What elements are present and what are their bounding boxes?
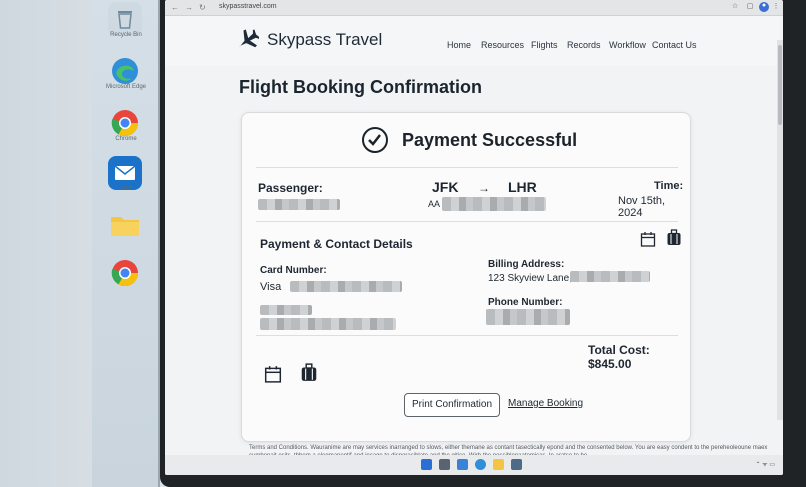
passenger-label: Passenger: (258, 181, 323, 195)
chrome-label: Chrome (115, 136, 137, 142)
destination-airport: LHR (508, 179, 537, 195)
task-view-icon[interactable] (457, 459, 468, 470)
phone-number-label: Phone Number: (488, 297, 563, 308)
edge-label: Microsoft Edge (105, 84, 147, 90)
edge-icon[interactable] (108, 54, 142, 88)
luggage-icon[interactable] (300, 363, 318, 382)
search-icon[interactable] (439, 459, 450, 470)
flight-date: Nov 15th, 2024 (618, 195, 666, 219)
menu-icon[interactable]: ⋮ (771, 2, 781, 12)
brand-name[interactable]: Skypass Travel (267, 30, 382, 50)
recycle-bin-icon[interactable] (108, 2, 142, 36)
flight-number-redacted (442, 197, 546, 211)
time-label: Time: (654, 180, 684, 192)
desktop-sidebar: Recycle Bin Microsoft Edge Chrome Mail (92, 0, 160, 487)
browser-toolbar: ← → ↻ skypasstravel.com ☆ ▢ ● ⋮ (165, 0, 783, 16)
manage-booking-link[interactable]: Manage Booking (508, 398, 583, 409)
nav-workflow[interactable]: Workflow (609, 40, 646, 50)
divider (256, 335, 678, 336)
page-title: Flight Booking Confirmation (239, 77, 482, 97)
folder-icon[interactable] (108, 208, 142, 242)
nav-contact-us[interactable]: Contact Us (652, 40, 697, 50)
phone-number-redacted (486, 309, 570, 325)
nav-resources[interactable]: Resources (481, 40, 524, 50)
taskbar: ⌃ ᯤ ▭ (165, 455, 783, 475)
mail-label: Mail (120, 186, 132, 192)
profile-avatar[interactable]: ● (759, 2, 769, 12)
folder-taskbar-icon[interactable] (493, 459, 504, 470)
nav-flights[interactable]: Flights (531, 40, 558, 50)
airplane-icon (239, 29, 259, 48)
extensions-icon[interactable]: ▢ (745, 2, 755, 12)
confirmation-card: Payment Successful Passenger: JFK → LHR … (241, 112, 691, 442)
billing-address-label: Billing Address: (488, 259, 565, 270)
luggage-icon[interactable] (666, 229, 682, 246)
billing-address-value: 123 Skyview Lane, (488, 273, 572, 284)
edge-taskbar-icon[interactable] (475, 459, 486, 470)
store-taskbar-icon[interactable] (511, 459, 522, 470)
passenger-name-redacted (258, 199, 340, 210)
route-arrow: → (478, 181, 490, 195)
scrollbar-thumb[interactable] (778, 45, 782, 125)
back-icon[interactable]: ← (171, 3, 179, 12)
star-icon[interactable]: ☆ (730, 2, 740, 12)
browser-window: ← → ↻ skypasstravel.com ☆ ▢ ● ⋮ Skypass … (165, 0, 783, 475)
card-type: Visa (260, 281, 282, 293)
nav-home[interactable]: Home (447, 40, 471, 50)
site-header: Skypass Travel Home Resources Flights Re… (165, 16, 783, 66)
divider (256, 167, 678, 168)
recycle-bin-label: Recycle Bin (110, 32, 142, 38)
card-detail-redacted (260, 305, 312, 315)
address-bar[interactable]: skypasstravel.com (219, 3, 699, 13)
payment-status: Payment Successful (402, 130, 578, 150)
origin-airport: JFK (432, 179, 459, 195)
section-title: Payment & Contact Details (260, 237, 413, 251)
chrome-icon[interactable] (108, 106, 142, 140)
flight-prefix: AA (428, 199, 441, 209)
chrome-icon-2[interactable] (108, 256, 142, 290)
reload-icon[interactable]: ↻ (199, 3, 206, 12)
print-confirmation-button[interactable]: Print Confirmation (404, 393, 500, 417)
start-icon[interactable] (421, 459, 432, 470)
card-number-label: Card Number: (260, 265, 327, 276)
mail-icon[interactable] (108, 156, 142, 190)
checkmark-circle-icon (362, 127, 388, 153)
billing-address-redacted (570, 271, 650, 282)
divider (256, 221, 678, 222)
nav-records[interactable]: Records (567, 40, 601, 50)
card-detail-redacted-2 (260, 318, 396, 330)
card-number-redacted (290, 281, 402, 292)
total-cost: Total Cost: $845.00 (588, 343, 650, 371)
system-tray[interactable]: ⌃ ᯤ ▭ (755, 460, 775, 468)
calendar-icon[interactable] (264, 365, 282, 383)
forward-icon[interactable]: → (185, 3, 193, 12)
calendar-icon[interactable] (640, 231, 656, 247)
